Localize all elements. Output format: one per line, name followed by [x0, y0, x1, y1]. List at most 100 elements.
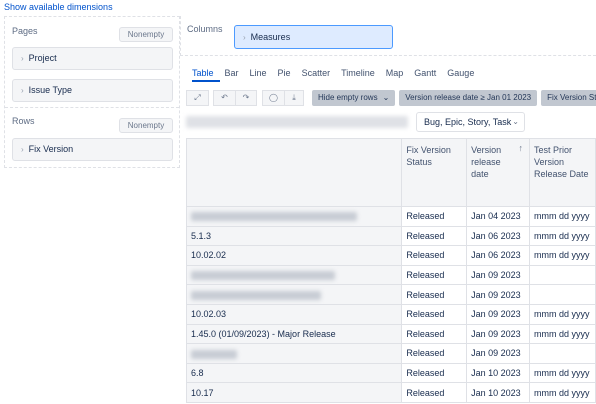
report-table: Fix Version Status Version release date ↑…	[185, 138, 596, 403]
view-tabs: Table Bar Line Pie Scatter Timeline Map …	[192, 68, 485, 82]
prior-release-date-cell: mmm dd yyyy	[529, 225, 596, 247]
undo-button[interactable]: ↶	[213, 89, 235, 106]
rows-nonempty-button[interactable]: Nonempty	[119, 118, 173, 133]
table-row: Released Jan 09 2023	[185, 284, 596, 305]
row-member-name[interactable]: 10.02.02	[185, 245, 403, 266]
fullscreen-button[interactable]: ⤢	[186, 89, 209, 106]
table-row: 10.02.02 Released Jan 06 2023 mmm dd yyyy	[185, 245, 596, 266]
row-dimension-fix-version[interactable]: › Fix Version	[12, 138, 173, 161]
release-date-cell: Jan 09 2023	[466, 303, 530, 325]
filter-fix-version-status[interactable]: Fix Version Stat	[541, 89, 596, 106]
dimension-label: Measures	[250, 32, 291, 42]
table-row: Released Jan 04 2023 mmm dd yyyy	[185, 206, 596, 227]
tab-bar[interactable]: Bar	[225, 68, 245, 82]
table-row: 1.45.0 (01/09/2023) - Major Release Relea…	[185, 323, 596, 345]
project-selector[interactable]	[186, 116, 408, 128]
table-row: 5.1.3 Released Jan 06 2023 mmm dd yyyy	[185, 225, 596, 247]
status-cell: Released	[401, 264, 468, 286]
chevron-down-icon: ⌄	[512, 117, 519, 126]
row-member-name[interactable]: 10.02.03	[185, 303, 403, 325]
row-member-name[interactable]: 10.17	[185, 382, 403, 403]
release-date-cell: Jan 09 2023	[466, 284, 530, 305]
sort-ascending-icon[interactable]: ↑	[519, 142, 524, 154]
row-header-corner	[185, 138, 403, 207]
comment-button[interactable]: ◯	[262, 89, 284, 106]
release-date-cell: Jan 10 2023	[466, 382, 530, 403]
tab-gauge[interactable]: Gauge	[447, 68, 480, 82]
redacted-text	[191, 271, 335, 281]
table-row: 6.8 Released Jan 10 2023 mmm dd yyyy	[185, 362, 596, 384]
status-cell: Released	[401, 245, 468, 266]
columns-panel: Columns › Measures	[180, 16, 596, 56]
prior-release-date-cell: mmm dd yyyy	[529, 303, 596, 325]
header-label: Version release date	[471, 145, 502, 179]
section-divider	[5, 107, 179, 108]
status-cell: Released	[401, 284, 468, 305]
column-header-status[interactable]: Fix Version Status	[401, 138, 468, 207]
rows-label: Rows	[12, 116, 35, 126]
tab-timeline[interactable]: Timeline	[341, 68, 381, 82]
row-member-name[interactable]: 6.8	[185, 362, 403, 384]
show-dimensions-link[interactable]: Show available dimensions	[4, 2, 113, 12]
issue-type-value: Bug, Epic, Story, Task	[424, 117, 512, 127]
dimensions-panel: Pages Nonempty › Project › Issue Type Rows…	[4, 16, 180, 168]
prior-release-date-cell: mmm dd yyyy	[529, 245, 596, 266]
tab-table[interactable]: Table	[192, 68, 220, 82]
pages-nonempty-button[interactable]: Nonempty	[119, 27, 173, 42]
chevron-right-icon: ›	[21, 145, 24, 154]
report-toolbar: ⤢ ↶ ↷ ◯ ⤓ Hide empty rows ⌄ Version relea…	[186, 89, 596, 106]
release-date-cell: Jan 09 2023	[466, 343, 530, 364]
release-date-cell: Jan 04 2023	[466, 206, 530, 227]
undo-icon: ↶	[221, 93, 228, 102]
chevron-right-icon: ›	[21, 86, 24, 95]
redacted-text	[191, 290, 321, 300]
redo-button[interactable]: ↷	[235, 89, 257, 106]
hide-empty-rows-button[interactable]: Hide empty rows ⌄	[312, 89, 396, 106]
status-cell: Released	[401, 206, 468, 227]
status-cell: Released	[401, 382, 468, 403]
page-dimension-project[interactable]: › Project	[12, 47, 173, 70]
row-member-name[interactable]: 1.45.0 (01/09/2023) - Major Release	[185, 323, 403, 345]
table-row: 10.17 Released Jan 10 2023 mmm dd yyyy	[185, 382, 596, 403]
status-cell: Released	[401, 225, 468, 247]
release-date-cell: Jan 06 2023	[466, 245, 530, 266]
status-cell: Released	[401, 323, 468, 345]
row-member-name[interactable]	[185, 343, 403, 364]
prior-release-date-cell	[529, 343, 596, 364]
filter-release-date[interactable]: Version release date ≥ Jan 01 2023	[399, 89, 538, 106]
table-row: Released Jan 09 2023	[185, 264, 596, 286]
dimension-label: Issue Type	[28, 85, 73, 95]
table-row: 10.02.03 Released Jan 09 2023 mmm dd yyyy	[185, 303, 596, 325]
issue-type-select[interactable]: Bug, Epic, Story, Task ⌄	[416, 112, 525, 132]
tab-line[interactable]: Line	[250, 68, 273, 82]
chevron-right-icon: ›	[243, 33, 246, 42]
export-button[interactable]: ⤓	[284, 89, 304, 106]
table-row: Released Jan 09 2023	[185, 343, 596, 364]
prior-release-date-cell: mmm dd yyyy	[529, 206, 596, 227]
column-dimension-measures[interactable]: › Measures	[234, 25, 393, 49]
prior-release-date-cell: mmm dd yyyy	[529, 323, 596, 345]
hide-empty-label: Hide empty rows	[318, 93, 378, 102]
release-date-cell: Jan 09 2023	[466, 264, 530, 286]
columns-label: Columns	[187, 24, 223, 34]
redacted-text	[191, 349, 237, 359]
tab-map[interactable]: Map	[386, 68, 410, 82]
prior-release-date-cell	[529, 264, 596, 286]
comment-icon: ◯	[269, 93, 278, 102]
tab-scatter[interactable]: Scatter	[302, 68, 337, 82]
prior-release-date-cell: mmm dd yyyy	[529, 382, 596, 403]
prior-release-date-cell	[529, 284, 596, 305]
prior-release-date-cell: mmm dd yyyy	[529, 362, 596, 384]
column-header-release-date[interactable]: Version release date ↑	[466, 138, 530, 207]
row-member-name[interactable]	[185, 264, 403, 286]
tab-gantt[interactable]: Gantt	[414, 68, 442, 82]
status-cell: Released	[401, 362, 468, 384]
tab-pie[interactable]: Pie	[278, 68, 297, 82]
redo-icon: ↷	[242, 93, 250, 102]
row-member-name[interactable]	[185, 206, 403, 227]
page-dimension-issue-type[interactable]: › Issue Type	[12, 79, 173, 102]
row-member-name[interactable]: 5.1.3	[185, 225, 403, 247]
release-date-cell: Jan 09 2023	[466, 323, 530, 345]
column-header-prior-release-date[interactable]: Test Prior Version Release Date	[529, 138, 596, 207]
row-member-name[interactable]	[185, 284, 403, 305]
